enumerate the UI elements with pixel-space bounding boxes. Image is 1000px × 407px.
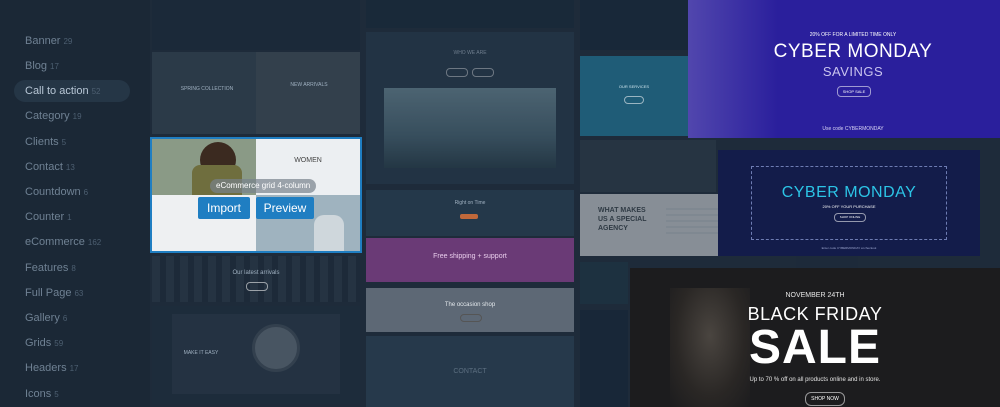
template-tile-top[interactable] (152, 0, 360, 50)
right-on-time-label: Right on Time (454, 200, 486, 206)
bf-shop-now-button: SHOP NOW (805, 392, 845, 406)
sidebar-item-clients[interactable]: Clients 5 (25, 136, 66, 148)
cyber1-subtitle: SAVINGS (822, 64, 884, 79)
services-pill (624, 96, 644, 104)
template-photo-desk[interactable] (580, 140, 716, 192)
template-right-on-time[interactable]: Right on Time (366, 190, 574, 236)
template-caption: eCommerce grid 4-column (210, 179, 317, 193)
spring-collection-label: SPRING COLLECTION (180, 86, 234, 92)
template-free-shipping[interactable]: Free shipping + support (366, 238, 574, 282)
women-label: WOMEN (294, 157, 322, 164)
sidebar-item-icons[interactable]: Icons 5 (25, 388, 59, 400)
cyber2-title: CYBER MONDAY (781, 184, 917, 201)
cyber2-subtitle: 20% OFF YOUR PURCHASE (822, 204, 876, 209)
template-small-dark[interactable] (580, 310, 628, 407)
bf-description: Up to 70 % off on all products online an… (749, 377, 881, 383)
template-occasion-shop[interactable]: The occasion shop (366, 288, 574, 332)
import-button[interactable]: Import (198, 197, 250, 219)
cyber2-shop-online-button: SHOP ONLINE (834, 213, 866, 222)
cyber2-code: Enter code CYBERMONDAY at checkout (821, 246, 877, 250)
template-contact[interactable]: CONTACT (366, 336, 574, 407)
cyber1-shop-sale-button: SHOP SALE (837, 86, 871, 97)
sidebar-item-call-to-action[interactable]: Call to action 52 (25, 85, 101, 97)
occasion-shop-label: The occasion shop (444, 302, 496, 308)
template-spring-collection[interactable]: SPRING COLLECTION NEW ARRIVALS (152, 52, 360, 134)
template-black-friday-sale[interactable]: NOVEMBER 24TH BLACK FRIDAY SALE Up to 70… (630, 268, 1000, 407)
category-sidebar: Banner 29 Blog 17 Call to action 52 Categor… (0, 0, 150, 407)
template-tile-top-2[interactable] (366, 0, 574, 28)
right-on-time-button (460, 214, 478, 219)
sidebar-item-banner[interactable]: Banner 29 (25, 35, 72, 47)
sidebar-item-category[interactable]: Category 19 (25, 110, 82, 122)
template-cyber-monday-savings[interactable]: 20% OFF FOR A LIMITED TIME ONLY CYBER MO… (688, 0, 1000, 138)
sidebar-item-contact[interactable]: Contact 13 (25, 161, 75, 173)
occasion-pill (460, 314, 482, 322)
coupon-border (751, 166, 947, 240)
latest-arrivals-label: Our latest arrivals (232, 270, 280, 276)
sidebar-item-counter[interactable]: Counter 1 (25, 211, 72, 223)
template-thin-strip[interactable] (796, 256, 858, 268)
cyber1-title: CYBER MONDAY (773, 41, 933, 62)
template-who-we-are[interactable]: WHO WE ARE (366, 32, 574, 184)
sidebar-item-gallery[interactable]: Gallery 6 (25, 312, 67, 324)
sidebar-item-headers[interactable]: Headers 17 (25, 362, 78, 374)
our-services-label: OUR SERVICES (618, 84, 650, 89)
template-make-it-easy[interactable]: MAKE IT EASY (152, 306, 360, 404)
template-small-teal[interactable] (580, 262, 628, 304)
sidebar-item-ecommerce[interactable]: eCommerce 162 (25, 236, 101, 248)
new-arrivals-label: NEW ARRIVALS (290, 82, 328, 88)
bf-sale: SALE (748, 321, 881, 374)
template-latest-arrivals[interactable]: Our latest arrivals (152, 256, 360, 302)
agency-heading: WHAT MAKES US A SPECIAL AGENCY (598, 207, 647, 232)
free-shipping-label: Free shipping + support (433, 253, 507, 260)
template-ecommerce-grid-4-column[interactable]: WOMEN eCommerce grid 4-column Import Pre… (150, 137, 362, 253)
preview-button[interactable]: Preview (256, 197, 314, 219)
template-our-services[interactable]: OUR SERVICES (580, 56, 688, 136)
make-it-easy-label: MAKE IT EASY (183, 350, 219, 356)
sidebar-item-full-page[interactable]: Full Page 63 (25, 287, 83, 299)
sidebar-item-countdown[interactable]: Countdown 6 (25, 186, 88, 198)
cyber1-promo: 20% OFF FOR A LIMITED TIME ONLY (809, 32, 897, 38)
cyber1-code: Use code CYBERMONDAY (822, 126, 884, 132)
sidebar-item-grids[interactable]: Grids 59 (25, 337, 63, 349)
bf-date: NOVEMBER 24TH (785, 292, 845, 299)
arrivals-pill (246, 282, 268, 291)
contact-label: CONTACT (453, 368, 487, 375)
template-cyber-monday-code[interactable]: CYBER MONDAY 20% OFF YOUR PURCHASE SHOP … (718, 150, 980, 256)
sidebar-item-blog[interactable]: Blog 17 (25, 60, 59, 72)
sidebar-item-features[interactable]: Features 8 (25, 262, 76, 274)
template-tile-top-3[interactable] (580, 0, 688, 50)
